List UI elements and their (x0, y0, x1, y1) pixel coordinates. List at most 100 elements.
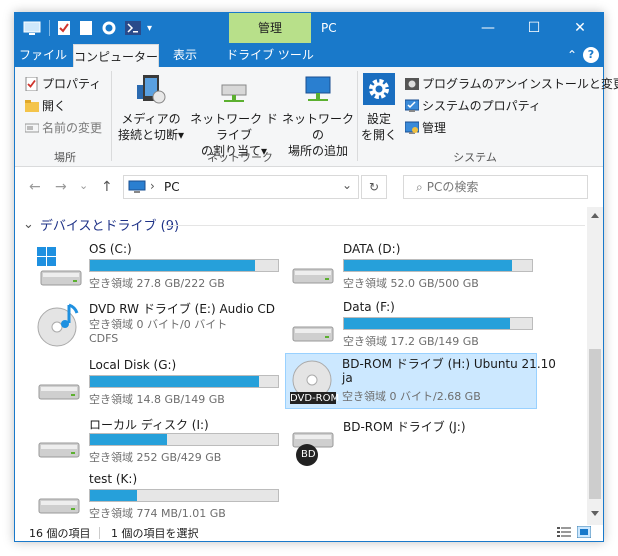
ribbon-separator (111, 71, 112, 161)
open-label: 開く (42, 99, 67, 113)
drive-item-e[interactable]: DVD RW ドライブ (E:) Audio CD 空き領域 0 バイト/0 バ… (33, 299, 285, 353)
details-view-icon[interactable] (557, 526, 571, 538)
drive-item-c[interactable]: OS (C:) 空き領域 27.8 GB/222 GB (33, 241, 285, 291)
address-box[interactable]: › PC ⌄ (123, 175, 359, 199)
settings-gear-icon[interactable] (101, 20, 117, 36)
usage-bar (89, 433, 279, 446)
usage-fill (90, 490, 137, 501)
settings-line2: を開く (361, 128, 398, 142)
powershell-icon[interactable] (125, 21, 141, 35)
hard-drive-icon (38, 384, 80, 400)
rename-label: 名前の変更 (42, 121, 103, 135)
tab-computer[interactable]: コンピューター (73, 44, 159, 67)
drive-name: BD-ROM ドライブ (J:) (343, 420, 466, 434)
back-button[interactable]: ← (29, 179, 41, 195)
close-button[interactable]: ✕ (557, 13, 603, 43)
properties-icon[interactable] (57, 20, 71, 36)
search-icon: ⌕ (416, 180, 423, 194)
drive-free-space: 空き領域 17.2 GB/149 GB (343, 335, 479, 348)
usage-bar (343, 317, 533, 330)
pc-icon (128, 180, 146, 193)
map-network-drive-button[interactable]: ネットワーク ドライブ の割り当て▾ (187, 73, 281, 159)
usage-bar (89, 489, 279, 502)
quick-access-toolbar: ▾ (23, 13, 152, 43)
up-button[interactable]: ↑ (101, 179, 113, 195)
recent-locations-button[interactable]: ⌄ (79, 179, 88, 192)
properties-button[interactable]: プロパティ (25, 75, 101, 92)
manage-label: 管理 (422, 121, 447, 135)
manage-button[interactable]: 管理 (405, 119, 446, 136)
maximize-button[interactable]: ☐ (511, 13, 557, 43)
system-properties-button[interactable]: システムのプロパティ (405, 97, 541, 114)
pc-icon[interactable] (23, 20, 41, 36)
bd-badge: BD (301, 449, 316, 460)
ribbon-collapse-icon[interactable]: ⌃ (565, 43, 579, 67)
tab-drive-tools[interactable]: ドライブ ツール (221, 43, 319, 67)
scrollbar-thumb[interactable] (589, 349, 601, 499)
drive-name: test (K:) (89, 472, 138, 486)
uninstall-icon (405, 77, 419, 90)
drive-item-d[interactable]: DATA (D:) 空き領域 52.0 GB/500 GB (287, 241, 539, 291)
search-box[interactable]: ⌕ PCの検索 (403, 175, 588, 199)
scroll-down-icon[interactable] (591, 511, 599, 516)
drive-name: DVD RW ドライブ (E:) Audio CD (89, 302, 275, 316)
tab-file[interactable]: ファイル (15, 43, 71, 67)
minimize-button[interactable]: — (465, 13, 511, 43)
large-icons-view-icon[interactable] (577, 526, 591, 538)
help-icon[interactable]: ? (583, 47, 599, 63)
refresh-button[interactable]: ↻ (361, 175, 387, 199)
uninstall-program-button[interactable]: プログラムのアンインストールと変更 (405, 75, 618, 92)
settings-gear-icon (363, 73, 395, 105)
rename-icon (25, 123, 39, 132)
open-settings-button[interactable]: 設定 を開く (361, 73, 397, 143)
tab-view[interactable]: 表示 (161, 43, 209, 67)
customize-toolbar-icon[interactable]: ▾ (147, 23, 152, 34)
breadcrumb-pc[interactable]: PC (164, 180, 180, 194)
usage-bar (89, 375, 279, 388)
forward-button[interactable]: → (55, 179, 67, 195)
drive-free-space: 空き領域 27.8 GB/222 GB (89, 277, 225, 290)
drive-name-line2: ja (342, 371, 353, 385)
new-folder-icon[interactable] (79, 20, 93, 36)
ribbon-tabs: ファイル コンピューター 表示 ドライブ ツール ⌃ ? (15, 43, 603, 67)
group-label-network: ネットワーク (207, 151, 273, 164)
chevron-down-icon: ⌄ (23, 217, 34, 232)
drive-item-g[interactable]: Local Disk (G:) 空き領域 14.8 GB/149 GB (33, 357, 285, 407)
drive-name: DATA (D:) (343, 242, 401, 256)
computer-management-icon (405, 121, 419, 134)
drive-free-space: 空き領域 14.8 GB/149 GB (89, 393, 225, 406)
drive-item-h[interactable]: DVD-ROM BD-ROM ドライブ (H:) Ubuntu 21.10 ja… (285, 353, 556, 409)
open-button[interactable]: 開く (25, 97, 66, 114)
media-server-icon (137, 75, 166, 104)
windows-drive-icon (37, 247, 82, 286)
drive-item-f[interactable]: Data (F:) 空き領域 17.2 GB/149 GB (287, 299, 539, 349)
drive-free-space: 空き領域 52.0 GB/500 GB (343, 277, 479, 290)
add-location-line1: ネットワークの (281, 112, 354, 142)
usage-fill (90, 434, 168, 445)
network-location-icon (305, 76, 331, 101)
hard-drive-icon (38, 442, 80, 458)
breadcrumb-separator[interactable]: › (150, 179, 155, 193)
scroll-up-icon[interactable] (591, 213, 599, 218)
selected-count: 1 個の項目を選択 (111, 527, 199, 540)
vertical-scrollbar[interactable] (587, 207, 603, 525)
rename-button[interactable]: 名前の変更 (25, 119, 102, 136)
ribbon: プロパティ 開く 名前の変更 場所 メディアの 接続と切断▾ ネットワーク ドラ… (15, 67, 618, 167)
drive-item-j[interactable]: BD BD-ROM ドライブ (J:) (287, 417, 539, 467)
map-drive-line1: ネットワーク ドライブ (190, 112, 278, 142)
usage-bar (343, 259, 533, 272)
window-title: PC (321, 21, 337, 35)
ribbon-separator (357, 71, 358, 161)
drive-name: Data (F:) (343, 300, 395, 314)
status-divider (99, 527, 100, 539)
group-header-devices[interactable]: ⌄ デバイスとドライブ (9) (23, 215, 179, 234)
drive-item-k[interactable]: test (K:) 空き領域 774 MB/1.01 GB (33, 471, 285, 521)
hard-drive-icon (292, 326, 334, 342)
media-connect-button[interactable]: メディアの 接続と切断▾ (115, 73, 187, 143)
hard-drive-icon (292, 268, 334, 284)
drive-free-space: 空き領域 252 GB/429 GB (89, 451, 222, 464)
add-network-location-button[interactable]: ネットワークの 場所の追加 (281, 73, 355, 159)
drive-item-i[interactable]: ローカル ディスク (I:) 空き領域 252 GB/429 GB (33, 415, 285, 465)
hard-drive-icon (38, 498, 80, 514)
address-dropdown-icon[interactable]: ⌄ (342, 178, 352, 192)
